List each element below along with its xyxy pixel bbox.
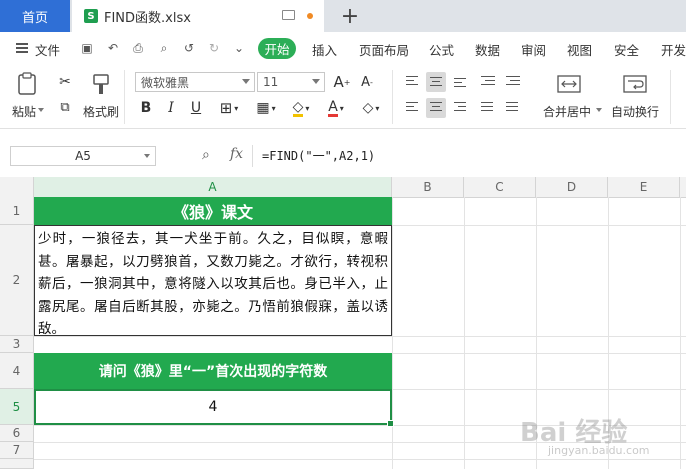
grid-line (34, 459, 686, 460)
tab-file-label: FIND函数.xlsx (104, 10, 191, 26)
row-header-7[interactable]: 7 (0, 442, 34, 459)
menu-file[interactable]: 文件 (35, 40, 60, 58)
shrink-font-icon[interactable]: A- (358, 72, 376, 92)
monitor-icon[interactable] (282, 10, 295, 20)
zoom-function-icon[interactable]: ⌕ (202, 147, 210, 163)
font-name-select[interactable]: 微软雅黑 (135, 72, 255, 92)
merge-center-icon[interactable] (556, 73, 582, 95)
grid-line (392, 197, 393, 469)
select-all-corner[interactable] (0, 177, 34, 197)
font-name-value: 微软雅黑 (141, 75, 190, 90)
row-header-5[interactable]: 5 (0, 389, 34, 425)
align-bottom-icon[interactable] (450, 72, 470, 92)
add-tab-button[interactable]: + (340, 4, 360, 29)
align-top-icon[interactable] (402, 72, 422, 92)
menu-page-layout[interactable]: 页面布局 (359, 40, 409, 58)
divider (392, 70, 393, 124)
align-middle-icon[interactable] (426, 72, 446, 92)
print-icon[interactable]: ⎙ (131, 41, 145, 55)
bold-icon[interactable]: B (138, 98, 154, 118)
grid-line (34, 336, 686, 337)
wrap-text-icon[interactable] (622, 73, 648, 95)
formula-input[interactable]: =FIND("一",A2,1) (262, 147, 375, 164)
outdent-icon[interactable] (477, 72, 497, 92)
tab-home[interactable]: 首页 (0, 0, 70, 32)
format-painter-label[interactable]: 格式刷 (83, 103, 119, 120)
unsaved-dot-icon (307, 13, 313, 19)
font-size-select[interactable]: 11 (257, 72, 325, 92)
menu-insert[interactable]: 插入 (312, 40, 337, 58)
menu-security[interactable]: 安全 (614, 40, 639, 58)
watermark-url: jingyan.baidu.com (548, 444, 650, 457)
italic-icon[interactable]: I (163, 98, 179, 118)
paste-icon[interactable] (16, 72, 38, 96)
save-icon[interactable]: ▣ (80, 41, 94, 55)
menu-developer[interactable]: 开发 (661, 40, 686, 58)
row-header-2[interactable]: 2 (0, 225, 34, 336)
merge-center-label[interactable]: 合并居中 (543, 103, 591, 120)
paste-label[interactable]: 粘贴 (12, 103, 36, 120)
font-size-value: 11 (263, 75, 279, 89)
tab-file[interactable]: S FIND函数.xlsx (72, 0, 324, 32)
fill-color-icon[interactable]: ◇ ▾ (287, 98, 315, 118)
menu-start[interactable]: 开始 (258, 38, 296, 59)
cut-icon[interactable]: ✂ (57, 74, 73, 90)
row-header-3[interactable]: 3 (0, 336, 34, 353)
divider (670, 70, 671, 124)
name-box[interactable]: A5 (10, 146, 156, 166)
menu-review[interactable]: 审阅 (521, 40, 546, 58)
divider (124, 70, 125, 124)
menu-view[interactable]: 视图 (567, 40, 592, 58)
align-center-icon[interactable] (426, 98, 446, 118)
wrap-text-label[interactable]: 自动换行 (611, 103, 659, 120)
copy-icon[interactable]: ⧉ (57, 99, 73, 115)
underline-icon[interactable]: U (188, 98, 204, 118)
distribute-icon[interactable] (502, 98, 522, 118)
column-header-c[interactable]: C (464, 177, 536, 197)
undo-history-icon[interactable]: ↶ (106, 41, 120, 55)
eraser-icon[interactable]: ◇ ▾ (357, 98, 385, 118)
row-header-8[interactable] (0, 459, 34, 469)
align-right-icon[interactable] (450, 98, 470, 118)
column-header-b[interactable]: B (392, 177, 464, 197)
grid-line (464, 197, 465, 469)
menu-data[interactable]: 数据 (475, 40, 500, 58)
border-icon[interactable]: ⊞ ▾ (215, 98, 243, 118)
row-header-1[interactable]: 1 (0, 197, 34, 225)
align-left-icon[interactable] (402, 98, 422, 118)
justify-icon[interactable] (477, 98, 497, 118)
fx-label[interactable]: fx (230, 146, 243, 162)
column-header-e[interactable]: E (608, 177, 680, 197)
cell-reference: A5 (75, 149, 91, 163)
cell-a2[interactable]: 少时，一狼径去，其一犬坐于前。久之，目似瞑，意暇甚。屠暴起，以刀劈狼首，又数刀毙… (34, 225, 392, 336)
spreadsheet-icon: S (84, 9, 98, 23)
cell-a5[interactable]: 4 (34, 389, 394, 427)
format-painter-icon[interactable] (90, 73, 112, 97)
cell-a5-value: 4 (208, 399, 218, 415)
fill-pattern-icon[interactable]: ▦ ▾ (252, 98, 280, 118)
divider (252, 145, 253, 167)
merge-dropdown-icon[interactable] (596, 108, 602, 112)
chevron-down-icon[interactable] (144, 154, 150, 158)
menu-formulas[interactable]: 公式 (429, 40, 454, 58)
cell-a4[interactable]: 请问《狼》里“一”首次出现的字符数 (34, 353, 392, 389)
grid-line (680, 197, 681, 469)
font-color-icon[interactable]: A ▾ (322, 98, 350, 118)
grow-font-icon[interactable]: A + (333, 72, 351, 92)
preview-icon[interactable]: ⌕ (157, 41, 171, 55)
cell-a1[interactable]: 《狼》课文 (34, 197, 392, 225)
row-header-4[interactable]: 4 (0, 353, 34, 389)
column-header-a[interactable]: A (34, 177, 392, 197)
chevron-down-icon[interactable]: ⌄ (232, 41, 246, 55)
indent-icon[interactable] (502, 72, 522, 92)
redo-icon[interactable]: ↻ (207, 41, 221, 55)
column-header-d[interactable]: D (536, 177, 608, 197)
paste-dropdown-icon[interactable] (38, 108, 44, 112)
row-header-6[interactable]: 6 (0, 425, 34, 442)
menu-hamburger-icon[interactable] (16, 43, 28, 53)
undo-icon[interactable]: ↺ (182, 41, 196, 55)
fill-handle[interactable] (387, 420, 394, 427)
